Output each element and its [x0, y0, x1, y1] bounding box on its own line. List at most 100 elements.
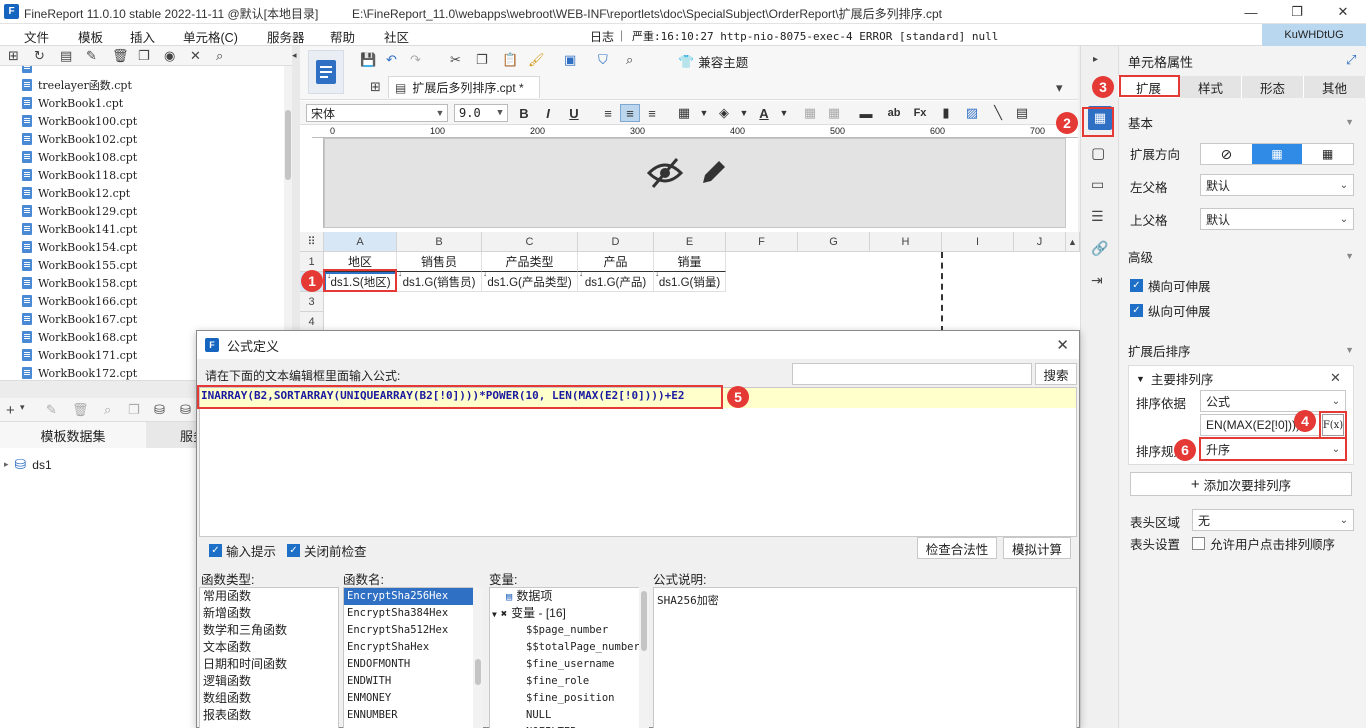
close-icon[interactable]: ✕: [1330, 370, 1341, 386]
bold-icon[interactable]: B: [514, 104, 534, 122]
column-header[interactable]: A: [324, 232, 397, 252]
chevron-down-icon[interactable]: ▼: [694, 104, 714, 122]
sort-basis-select[interactable]: 公式 ⌄: [1200, 390, 1346, 412]
add-dataset-icon[interactable]: +: [6, 402, 15, 419]
func-name-item[interactable]: EncryptShaHex: [344, 639, 482, 656]
column-header[interactable]: B: [397, 232, 482, 252]
func-name-item[interactable]: EncryptSha256Hex: [344, 588, 482, 605]
text-icon[interactable]: ab: [884, 104, 904, 122]
variable-item[interactable]: NOFILTER: [490, 724, 648, 728]
copy-icon[interactable]: ❐: [476, 52, 488, 68]
formula-icon[interactable]: Fx: [910, 104, 930, 122]
merge-icon[interactable]: ▦: [800, 104, 820, 122]
column-header[interactable]: F: [726, 232, 798, 252]
condition-attr-icon[interactable]: ☰: [1091, 208, 1104, 225]
row-header[interactable]: 3: [300, 292, 324, 312]
file-item[interactable]: WorkBook166.cpt: [22, 292, 137, 310]
server-dataset-icon[interactable]: ⛁: [180, 402, 191, 418]
locate-icon[interactable]: ◉: [164, 48, 175, 64]
row-header[interactable]: 1: [300, 252, 324, 272]
widget-icon[interactable]: ▭: [1091, 176, 1104, 193]
menu-template[interactable]: 模板: [78, 27, 103, 46]
cell-c1[interactable]: 产品类型: [482, 252, 578, 272]
column-header[interactable]: D: [578, 232, 654, 252]
chevron-down-icon[interactable]: ▼: [774, 104, 794, 122]
variable-item[interactable]: ▼ ✖ 变量 - [16]: [490, 605, 648, 622]
menu-insert[interactable]: 插入: [130, 27, 155, 46]
func-type-item[interactable]: 日期和时间函数: [200, 656, 338, 673]
chart-icon[interactable]: ▮: [936, 104, 956, 122]
variable-item[interactable]: NULL: [490, 707, 648, 724]
cell-e2[interactable]: ds1.G(销量): [654, 272, 726, 292]
fill-color-icon[interactable]: ◈: [714, 104, 734, 122]
func-name-scrollbar[interactable]: [473, 587, 483, 728]
menu-cell[interactable]: 单元格(C): [183, 27, 238, 46]
insert-bar-icon[interactable]: ▬: [856, 104, 876, 122]
menu-file[interactable]: 文件: [24, 27, 49, 46]
cell-element-icon[interactable]: ▢: [1091, 144, 1105, 162]
expand-icon[interactable]: ▸: [4, 459, 9, 470]
input-hint-checkbox[interactable]: ✓ 输入提示: [209, 541, 276, 560]
simulate-button[interactable]: 模拟计算: [1003, 537, 1071, 559]
close-icon[interactable]: ✕: [1056, 336, 1069, 354]
no-expand-icon[interactable]: ⊘: [1201, 144, 1252, 164]
row-header[interactable]: 4: [300, 312, 324, 332]
border-icon[interactable]: ▦: [674, 104, 694, 122]
file-item[interactable]: WorkBook100.cpt: [22, 112, 137, 130]
minimize-icon[interactable]: —: [1228, 0, 1274, 24]
variable-scrollbar[interactable]: [639, 587, 649, 728]
file-item[interactable]: WorkBook141.cpt: [22, 220, 137, 238]
dropdown-icon[interactable]: ▾: [20, 402, 25, 413]
menu-server[interactable]: 服务器: [267, 27, 305, 46]
func-type-item[interactable]: 数组函数: [200, 690, 338, 707]
preview-icon[interactable]: ▣: [564, 52, 576, 68]
find-icon[interactable]: ⌕: [626, 52, 633, 68]
align-left-icon[interactable]: ≡: [598, 104, 618, 122]
menu-help[interactable]: 帮助: [330, 27, 355, 46]
rename-icon[interactable]: ✎: [86, 48, 97, 64]
func-name-item[interactable]: EncryptSha512Hex: [344, 622, 482, 639]
func-type-item[interactable]: 文本函数: [200, 639, 338, 656]
collapse-icon[interactable]: ▼: [1136, 374, 1145, 384]
func-type-item[interactable]: 常用函数: [200, 588, 338, 605]
pencil-icon[interactable]: [697, 157, 729, 189]
expand-panel-icon[interactable]: ▸: [1093, 54, 1098, 65]
select-all-icon[interactable]: ⠿: [300, 232, 324, 252]
section-advanced[interactable]: 高级 ▼: [1128, 245, 1354, 267]
scroll-up-icon[interactable]: ▲: [1066, 232, 1080, 252]
close-window-icon[interactable]: ✕: [1320, 0, 1366, 24]
collapse-left-icon[interactable]: ◂: [292, 50, 297, 61]
add-secondary-sort-button[interactable]: + 添加次要排列序: [1130, 472, 1352, 496]
tab-shape[interactable]: 形态: [1242, 76, 1304, 98]
log-label[interactable]: 日志: [590, 28, 614, 45]
undo-icon[interactable]: ↶: [386, 52, 397, 68]
column-header[interactable]: I: [942, 232, 1014, 252]
search-icon[interactable]: ⌕: [216, 48, 223, 64]
new-folder-icon[interactable]: ⊞: [8, 48, 19, 64]
file-item[interactable]: WorkBook118.cpt: [22, 166, 137, 184]
variable-list[interactable]: ▤ 数据项 ▼ ✖ 变量 - [16] $$page_number $$totalPage_…: [489, 587, 649, 728]
section-basic[interactable]: 基本 ▼: [1128, 111, 1354, 133]
pin-icon[interactable]: ⤢: [1346, 52, 1356, 68]
import-icon[interactable]: ⇥: [1091, 272, 1103, 289]
file-item[interactable]: treelayer函数.cpt: [22, 76, 132, 94]
file-item[interactable]: WorkBook168.cpt: [22, 328, 137, 346]
user-account[interactable]: KuWHDtUG: [1262, 24, 1366, 46]
file-item[interactable]: WorkBook102.cpt: [22, 130, 137, 148]
chevron-down-icon[interactable]: ▼: [734, 104, 754, 122]
section-sort[interactable]: 扩展后排序 ▼: [1128, 339, 1354, 361]
file-item[interactable]: WorkBook154.cpt: [22, 238, 137, 256]
column-header[interactable]: H: [870, 232, 942, 252]
column-header[interactable]: E: [654, 232, 726, 252]
vertical-expand-icon[interactable]: ▦: [1251, 144, 1303, 164]
h-expand-checkbox[interactable]: ✓ 横向可伸展: [1130, 276, 1211, 295]
v-expand-checkbox[interactable]: ✓ 纵向可伸展: [1130, 301, 1211, 320]
func-type-item[interactable]: 报表函数: [200, 707, 338, 724]
delete-icon[interactable]: 🗑: [112, 48, 129, 64]
restore-icon[interactable]: ❐: [1274, 0, 1320, 24]
function-search-input[interactable]: [792, 363, 1032, 385]
horizontal-expand-icon[interactable]: ▦: [1302, 144, 1353, 164]
file-item[interactable]: WorkBook171.cpt: [22, 346, 137, 364]
font-family-select[interactable]: 宋体 ▼: [306, 104, 448, 122]
check-validity-button[interactable]: 检查合法性: [917, 537, 997, 559]
